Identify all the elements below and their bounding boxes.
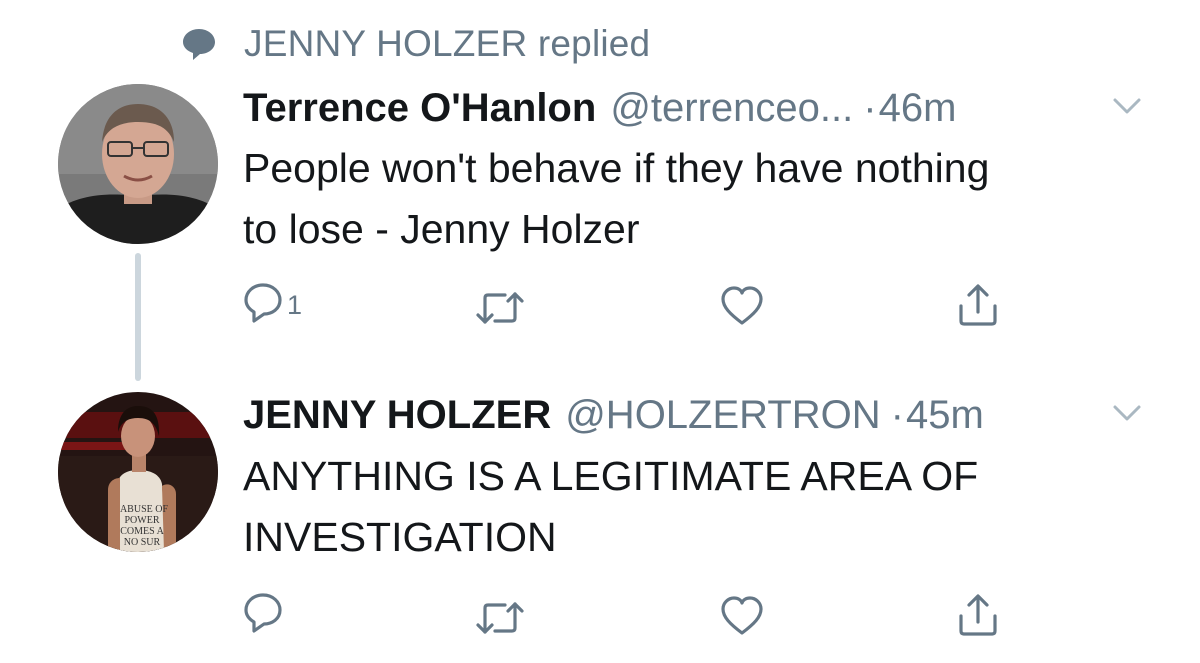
shirt-text-line: ABUSE OF (120, 504, 169, 515)
separator-dot: · (890, 393, 904, 437)
tweet-timestamp[interactable]: 45m (906, 393, 984, 438)
reply-context: JENNY HOLZER replied (180, 22, 650, 66)
reply-count: 1 (287, 289, 303, 320)
speech-bubble-icon (180, 25, 218, 63)
share-button[interactable] (957, 282, 999, 332)
author-handle[interactable]: @HOLZERTRON (565, 393, 880, 438)
retweet-icon (475, 598, 525, 643)
thread-connector-line (135, 253, 141, 381)
tweet-text-line: ANYTHING IS A LEGITIMATE AREA OF (243, 453, 979, 499)
reply-icon (243, 281, 283, 330)
chevron-down-icon[interactable] (1110, 94, 1144, 118)
heart-icon (720, 595, 764, 642)
reply-button[interactable] (243, 590, 287, 640)
shirt-text-line: NO SUR (124, 537, 161, 548)
author-name[interactable]: Terrence O'Hanlon (243, 86, 596, 131)
share-button[interactable] (957, 592, 999, 642)
like-button[interactable] (720, 283, 764, 333)
share-icon (957, 282, 999, 333)
tweet-text-line: INVESTIGATION (243, 514, 557, 560)
tweet-timestamp[interactable]: 46m (879, 86, 957, 131)
reply-context-text: JENNY HOLZER replied (244, 23, 651, 64)
tweet-text-line: to lose - Jenny Holzer (243, 206, 640, 252)
retweet-icon (475, 288, 525, 333)
shirt-text-line: POWER (125, 515, 160, 526)
author-name[interactable]: JENNY HOLZER (243, 393, 551, 438)
tweet-text-line: People won't behave if they have nothing (243, 145, 990, 191)
heart-icon (720, 285, 764, 332)
separator-dot: · (863, 86, 877, 130)
like-button[interactable] (720, 593, 764, 643)
avatar-terrence[interactable] (58, 84, 218, 244)
share-icon (957, 592, 999, 643)
author-handle[interactable]: @terrenceo... (610, 86, 853, 131)
retweet-button[interactable] (475, 285, 525, 335)
retweet-button[interactable] (475, 595, 525, 645)
avatar-jenny-holzer[interactable]: ABUSE OF POWER COMES A NO SUR (58, 392, 218, 552)
chevron-down-icon[interactable] (1110, 401, 1144, 425)
tweet-text: ANYTHING IS A LEGITIMATE AREA OF INVESTI… (243, 446, 978, 568)
tweet-header: Terrence O'Hanlon @terrenceo... · 46m (243, 86, 956, 131)
reply-icon (243, 591, 283, 640)
tweet-text: People won't behave if they have nothing… (243, 138, 989, 260)
tweet-header: JENNY HOLZER @HOLZERTRON · 45m (243, 393, 984, 438)
reply-button[interactable]: 1 (243, 280, 302, 330)
shirt-text-line: COMES A (120, 526, 164, 537)
